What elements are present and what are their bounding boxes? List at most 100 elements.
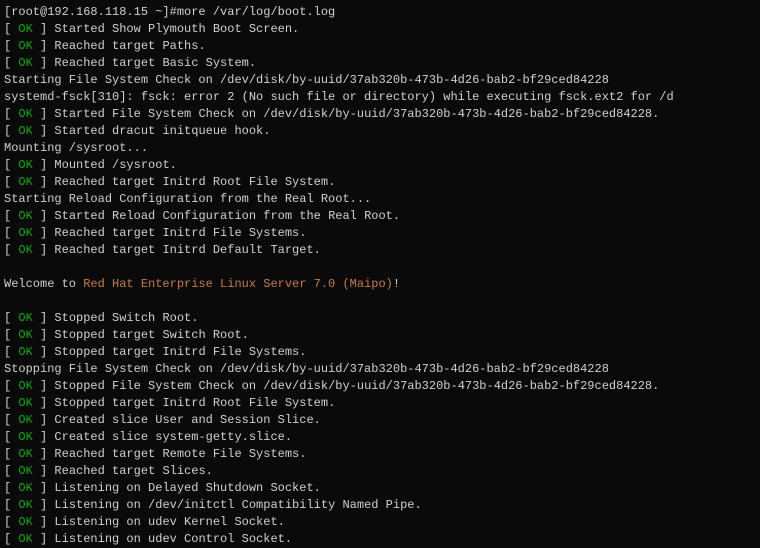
log-message: systemd-fsck[310]: fsck: error 2 (No suc… — [4, 90, 674, 104]
log-line: [ OK ] Started Reload Configuration from… — [4, 208, 756, 225]
log-line: [ OK ] Stopped File System Check on /dev… — [4, 378, 756, 395]
bracket-open: [ — [4, 379, 18, 393]
bracket-close: ] — [33, 447, 55, 461]
bracket-close: ] — [33, 379, 55, 393]
status-ok: OK — [18, 498, 32, 512]
log-message: Listening on udev Kernel Socket. — [54, 515, 284, 529]
bracket-open: [ — [4, 328, 18, 342]
log-message: Listening on Delayed Shutdown Socket. — [54, 481, 320, 495]
welcome-suffix: ! — [393, 277, 400, 291]
log-message: Listening on udev Control Socket. — [54, 532, 292, 546]
log-line: [ OK ] Mounted /sysroot. — [4, 157, 756, 174]
log-message: Listening on /dev/initctl Compatibility … — [54, 498, 421, 512]
log-message: Reached target Basic System. — [54, 56, 256, 70]
bracket-close: ] — [33, 107, 55, 121]
log-message: Mounting /sysroot... — [4, 141, 148, 155]
log-message: Created slice User and Session Slice. — [54, 413, 320, 427]
log-message: Started File System Check on /dev/disk/b… — [54, 107, 659, 121]
bracket-open: [ — [4, 515, 18, 529]
status-ok: OK — [18, 464, 32, 478]
log-line: [ OK ] Reached target Basic System. — [4, 55, 756, 72]
bracket-open: [ — [4, 481, 18, 495]
bracket-open: [ — [4, 447, 18, 461]
bracket-close: ] — [33, 481, 55, 495]
bracket-open: [ — [4, 532, 18, 546]
log-line: Welcome to Red Hat Enterprise Linux Serv… — [4, 276, 756, 293]
log-line: systemd-fsck[310]: fsck: error 2 (No suc… — [4, 89, 756, 106]
log-message: Stopped Switch Root. — [54, 311, 198, 325]
log-line: [ OK ] Listening on Delayed Shutdown Soc… — [4, 480, 756, 497]
status-ok: OK — [18, 481, 32, 495]
log-message: Stopped File System Check on /dev/disk/b… — [54, 379, 659, 393]
bracket-open: [ — [4, 311, 18, 325]
bracket-open: [ — [4, 22, 18, 36]
bracket-open: [ — [4, 56, 18, 70]
bracket-open: [ — [4, 464, 18, 478]
status-ok: OK — [18, 413, 32, 427]
log-message: Starting File System Check on /dev/disk/… — [4, 73, 609, 87]
bracket-close: ] — [33, 243, 55, 257]
bracket-open: [ — [4, 175, 18, 189]
bracket-close: ] — [33, 124, 55, 138]
status-ok: OK — [18, 328, 32, 342]
log-message: Stopped target Initrd Root File System. — [54, 396, 335, 410]
bracket-open: [ — [4, 498, 18, 512]
status-ok: OK — [18, 107, 32, 121]
status-ok: OK — [18, 209, 32, 223]
status-ok: OK — [18, 124, 32, 138]
log-line: [ OK ] Started Show Plymouth Boot Screen… — [4, 21, 756, 38]
log-message: Reached target Initrd Root File System. — [54, 175, 335, 189]
bracket-close: ] — [33, 226, 55, 240]
log-line: Starting Reload Configuration from the R… — [4, 191, 756, 208]
log-line: Mounting /sysroot... — [4, 140, 756, 157]
log-message: Mounted /sysroot. — [54, 158, 176, 172]
status-ok: OK — [18, 430, 32, 444]
bracket-open: [ — [4, 209, 18, 223]
bracket-open: [ — [4, 226, 18, 240]
log-message: Stopping File System Check on /dev/disk/… — [4, 362, 609, 376]
log-line: [ OK ] Stopped Switch Root. — [4, 310, 756, 327]
bracket-close: ] — [33, 345, 55, 359]
log-message: Started dracut initqueue hook. — [54, 124, 270, 138]
log-line: [ OK ] Started File System Check on /dev… — [4, 106, 756, 123]
bracket-open: [ — [4, 243, 18, 257]
boot-log-output: [ OK ] Started Show Plymouth Boot Screen… — [4, 21, 756, 548]
bracket-close: ] — [33, 498, 55, 512]
bracket-open: [ — [4, 39, 18, 53]
status-ok: OK — [18, 447, 32, 461]
bracket-close: ] — [33, 328, 55, 342]
bracket-close: ] — [33, 532, 55, 546]
log-line: Starting File System Check on /dev/disk/… — [4, 72, 756, 89]
log-line: [ OK ] Reached target Slices. — [4, 463, 756, 480]
bracket-open: [ — [4, 413, 18, 427]
bracket-close: ] — [33, 430, 55, 444]
status-ok: OK — [18, 396, 32, 410]
log-message: Reached target Initrd File Systems. — [54, 226, 306, 240]
log-message: Reached target Slices. — [54, 464, 212, 478]
log-message: Stopped target Initrd File Systems. — [54, 345, 306, 359]
bracket-close: ] — [33, 175, 55, 189]
welcome-prefix: Welcome to — [4, 277, 83, 291]
status-ok: OK — [18, 532, 32, 546]
bracket-open: [ — [4, 158, 18, 172]
log-line: [ OK ] Reached target Initrd Root File S… — [4, 174, 756, 191]
bracket-close: ] — [33, 39, 55, 53]
log-line: [ OK ] Stopped target Switch Root. — [4, 327, 756, 344]
log-message: Started Reload Configuration from the Re… — [54, 209, 400, 223]
status-ok: OK — [18, 175, 32, 189]
bracket-open: [ — [4, 345, 18, 359]
bracket-open: [ — [4, 124, 18, 138]
status-ok: OK — [18, 56, 32, 70]
log-message: Reached target Paths. — [54, 39, 205, 53]
log-line — [4, 293, 756, 310]
bracket-close: ] — [33, 22, 55, 36]
status-ok: OK — [18, 39, 32, 53]
status-ok: OK — [18, 345, 32, 359]
os-name: Red Hat Enterprise Linux Server 7.0 (Mai… — [83, 277, 393, 291]
status-ok: OK — [18, 158, 32, 172]
shell-prompt: [root@192.168.118.15 ~]#more /var/log/bo… — [4, 4, 756, 21]
status-ok: OK — [18, 515, 32, 529]
bracket-close: ] — [33, 209, 55, 223]
log-message: Starting Reload Configuration from the R… — [4, 192, 371, 206]
bracket-close: ] — [33, 396, 55, 410]
